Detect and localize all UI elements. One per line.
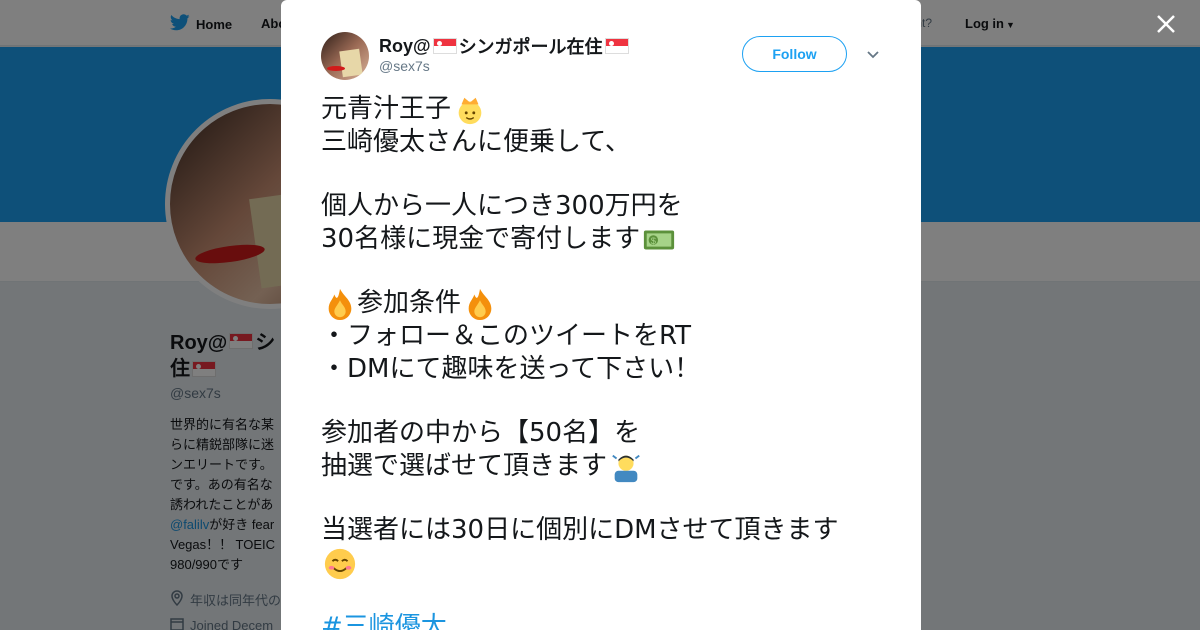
- tweet-text: 元青汁王子 三崎優太さんに便乗して、 個人から一人につき300万円を 30名様に…: [321, 93, 891, 630]
- tweet-author-name[interactable]: Roy@ シンガポール在住: [379, 33, 629, 59]
- tweet-line: 三崎優太さんに便乗して、: [321, 127, 631, 157]
- close-icon: [1157, 15, 1175, 33]
- tweet-author-avatar[interactable]: [321, 32, 369, 80]
- chevron-down-icon: [867, 51, 879, 59]
- tweet-line: 参加者の中から【50名】を: [321, 418, 641, 448]
- tweet-author-handle[interactable]: @sex7s: [379, 58, 430, 74]
- singapore-flag-icon: [432, 38, 457, 54]
- tweet-line: 元青汁王子: [321, 94, 452, 124]
- singapore-flag-icon: [604, 38, 629, 54]
- fire-emoji-icon: [323, 287, 357, 321]
- tweet-line: 30名様に現金で寄付します: [321, 224, 641, 254]
- tweet-options-button[interactable]: [863, 44, 883, 64]
- tweet-line: 当選者には30日に個別にDMさせて頂きます: [321, 515, 839, 545]
- money-emoji-icon: $: [642, 223, 676, 257]
- tweet-line: 参加条件: [357, 288, 462, 318]
- svg-text:$: $: [651, 235, 657, 246]
- fire-emoji-icon: [463, 287, 497, 321]
- bowing-person-emoji-icon: [609, 450, 643, 484]
- prince-emoji-icon: [453, 93, 487, 127]
- tweet-line: ・DMにて趣味を送って下さい！: [321, 354, 701, 384]
- hashtag-link[interactable]: #三崎優太: [321, 611, 447, 630]
- smiling-face-emoji-icon: [323, 547, 357, 581]
- tweet-modal: Roy@ シンガポール在住 @sex7s Follow 元青汁王子 三崎優太さん…: [281, 0, 921, 630]
- tweet-line: ・フォロー＆このツイートをRT: [321, 321, 692, 351]
- tweet-line: 抽選で選ばせて頂きます: [321, 451, 608, 481]
- follow-button[interactable]: Follow: [742, 36, 847, 72]
- tweet-line: 個人から一人につき300万円を: [321, 191, 683, 221]
- close-modal-button[interactable]: [1151, 9, 1181, 39]
